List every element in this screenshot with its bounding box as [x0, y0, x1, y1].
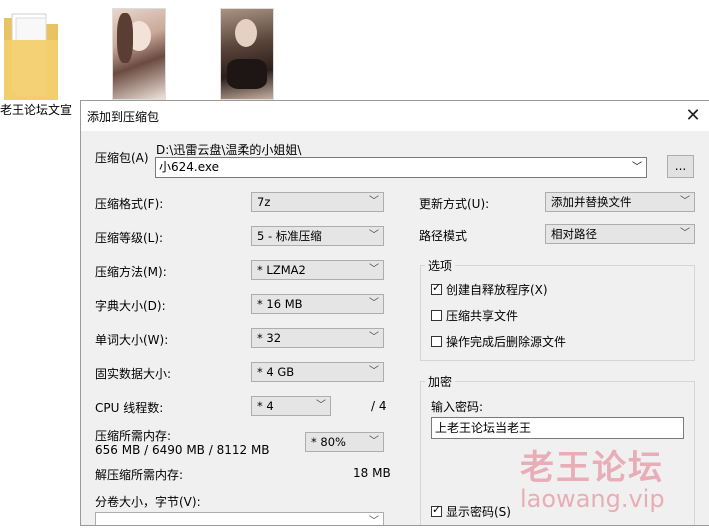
image-thumbnail-1[interactable]: [112, 8, 166, 100]
checkbox-box[interactable]: [431, 281, 442, 295]
update-label: 更新方式(U):: [419, 197, 490, 211]
watermark-url: laowang.vip: [520, 485, 665, 513]
level-value: 5 - 标准压缩: [257, 229, 322, 243]
show-password-checkbox[interactable]: 显示密码(S): [431, 503, 511, 520]
title-bar[interactable]: 添加到压缩包 ✕: [81, 101, 709, 131]
solid-select[interactable]: * 4 GB ﹀: [251, 362, 384, 382]
chevron-down-icon[interactable]: ﹀: [632, 158, 642, 177]
format-select[interactable]: 7z ﹀: [251, 192, 384, 212]
shared-checkbox[interactable]: 压缩共享文件: [431, 307, 518, 324]
mem-decompress-value: 18 MB: [353, 466, 391, 480]
mem-percent-select[interactable]: * 80% ﹀: [305, 432, 384, 452]
mem-percent-value: * 80%: [311, 435, 346, 449]
pathmode-label: 路径模式: [419, 229, 468, 243]
solid-label: 固实数据大小:: [95, 367, 172, 381]
folder-icon[interactable]: [2, 10, 60, 100]
shared-label: 压缩共享文件: [446, 309, 519, 323]
browse-button[interactable]: ...: [667, 155, 694, 178]
method-value: * LZMA2: [257, 263, 306, 277]
dialog-title: 添加到压缩包: [87, 110, 160, 124]
watermark-text: 老王论坛: [520, 448, 664, 488]
chevron-down-icon: ﹀: [369, 264, 379, 275]
word-value: * 32: [257, 331, 282, 345]
encryption-title: 加密: [425, 373, 456, 390]
level-select[interactable]: 5 - 标准压缩 ﹀: [251, 226, 384, 246]
format-label: 压缩格式(F):: [95, 197, 164, 211]
password-label: 输入密码:: [431, 400, 484, 414]
chevron-down-icon: ﹀: [369, 436, 379, 447]
folder-label[interactable]: 老王论坛文宣: [0, 101, 72, 118]
archive-name-value: 小624.exe: [159, 160, 220, 174]
dict-select[interactable]: * 16 MB ﹀: [251, 294, 384, 314]
mem-decompress-label: 解压缩所需内存:: [95, 468, 184, 482]
delete-label: 操作完成后删除源文件: [446, 335, 567, 349]
chevron-down-icon: ﹀: [316, 400, 326, 411]
dict-value: * 16 MB: [257, 297, 303, 311]
sfx-checkbox[interactable]: 创建自释放程序(X): [431, 281, 548, 298]
password-input[interactable]: 上老王论坛当老王: [431, 417, 684, 439]
chevron-down-icon: ﹀: [369, 298, 379, 309]
close-icon[interactable]: ✕: [676, 101, 709, 131]
sfx-label: 创建自释放程序(X): [446, 283, 548, 297]
chevron-down-icon: ﹀: [369, 332, 379, 343]
word-label: 单词大小(W):: [95, 333, 169, 347]
mem-compress-detail: 656 MB / 6490 MB / 8112 MB: [95, 443, 270, 457]
options-title: 选项: [425, 257, 456, 274]
cpu-max: / 4: [371, 399, 387, 413]
method-select[interactable]: * LZMA2 ﹀: [251, 260, 384, 280]
solid-value: * 4 GB: [257, 365, 295, 379]
format-value: 7z: [257, 195, 271, 209]
volume-label: 分卷大小，字节(V):: [95, 495, 201, 509]
cpu-select[interactable]: * 4 ﹀: [251, 396, 331, 416]
chevron-down-icon: ﹀: [369, 196, 379, 207]
method-label: 压缩方法(M):: [95, 265, 167, 279]
delete-checkbox[interactable]: 操作完成后删除源文件: [431, 333, 566, 350]
cpu-label: CPU 线程数:: [95, 401, 164, 415]
image-thumbnail-2[interactable]: [220, 8, 274, 100]
update-value: 添加并替换文件: [551, 195, 632, 209]
show-password-label: 显示密码(S): [446, 505, 511, 519]
mem-compress-label: 压缩所需内存:: [95, 429, 172, 443]
archive-label: 压缩包(A): [95, 151, 149, 165]
word-select[interactable]: * 32 ﹀: [251, 328, 384, 348]
update-select[interactable]: 添加并替换文件 ﹀: [545, 192, 695, 212]
checkbox-box[interactable]: [431, 336, 442, 347]
level-label: 压缩等级(L):: [95, 231, 164, 245]
checkbox-box[interactable]: [431, 310, 442, 321]
chevron-down-icon: ﹀: [680, 196, 690, 207]
chevron-down-icon: ﹀: [369, 366, 379, 377]
dict-label: 字典大小(D):: [95, 299, 166, 313]
volume-input[interactable]: ﹀: [95, 512, 384, 527]
chevron-down-icon: ﹀: [369, 516, 379, 527]
pathmode-select[interactable]: 相对路径 ﹀: [545, 224, 695, 244]
checkbox-box[interactable]: [431, 503, 442, 517]
chevron-down-icon: ﹀: [369, 230, 379, 241]
archive-name-input[interactable]: 小624.exe ﹀: [155, 157, 647, 178]
cpu-value: * 4: [257, 399, 274, 413]
pathmode-value: 相对路径: [551, 227, 597, 241]
archive-path: D:\迅雷云盘\温柔的小姐姐\: [156, 143, 302, 157]
chevron-down-icon: ﹀: [680, 228, 690, 239]
